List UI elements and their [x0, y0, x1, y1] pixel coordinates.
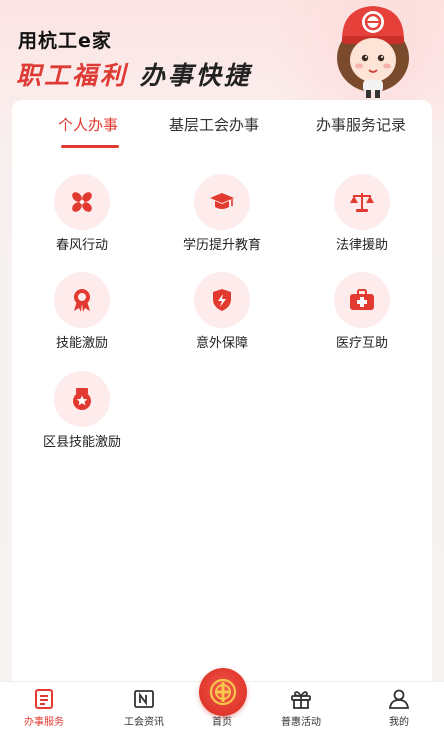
tab-service-records[interactable]: 办事服务记录	[316, 114, 406, 135]
slogan-accent: 职工福利	[16, 61, 129, 90]
gift-icon	[291, 691, 311, 709]
nav-label: 办事服务	[24, 717, 64, 728]
shield-lightning-icon	[194, 272, 250, 328]
service-label: 区县技能激励	[42, 435, 121, 450]
app-title: 用杭工e家	[18, 30, 112, 52]
tab-grassroots[interactable]: 基层工会办事	[169, 114, 259, 135]
fan-icon	[54, 174, 110, 230]
service-label: 技能激励	[55, 336, 108, 351]
service-label: 学历提升教育	[182, 238, 261, 253]
union-emblem-icon	[209, 678, 237, 706]
service-label: 春风行动	[55, 238, 108, 253]
nav-label: 工会资讯	[124, 717, 164, 728]
slogan-rest: 办事快捷	[139, 61, 252, 90]
service-label: 法律援助	[335, 238, 388, 253]
nav-activities[interactable]: 普惠活动	[257, 682, 345, 731]
document-list-icon	[35, 689, 53, 709]
service-label: 意外保障	[195, 336, 248, 351]
medical-kit-icon	[334, 272, 390, 328]
service-card: 个人办事 基层工会办事 办事服务记录 春风行动 学历提升教育 法律援助 技能激励…	[12, 100, 432, 690]
medal-star-icon	[54, 371, 110, 427]
nav-news[interactable]: 工会资讯	[100, 682, 188, 731]
tab-bar: 个人办事 基层工会办事 办事服务记录	[12, 100, 432, 152]
award-ribbon-icon	[54, 272, 110, 328]
service-medical-mutual[interactable]: 医疗互助	[292, 272, 432, 362]
service-education[interactable]: 学历提升教育	[152, 174, 292, 264]
slogan: 职工福利 办事快捷	[16, 56, 252, 92]
service-chunfeng[interactable]: 春风行动	[12, 174, 152, 264]
service-label: 医疗互助	[335, 336, 388, 351]
graduation-cap-icon	[194, 174, 250, 230]
service-accident-insurance[interactable]: 意外保障	[152, 272, 292, 362]
tab-personal[interactable]: 个人办事	[58, 114, 118, 135]
scales-icon	[334, 174, 390, 230]
nav-services[interactable]: 办事服务	[0, 682, 88, 731]
service-district-skill-incentive[interactable]: 区县技能激励	[12, 371, 152, 461]
user-icon	[388, 689, 410, 709]
mascot-illustration	[337, 6, 409, 98]
nav-label: 普惠活动	[281, 717, 321, 728]
home-button[interactable]	[199, 668, 247, 716]
news-icon	[134, 690, 154, 708]
service-legal-aid[interactable]: 法律援助	[292, 174, 432, 264]
tab-indicator	[61, 145, 119, 148]
service-skill-incentive[interactable]: 技能激励	[12, 272, 152, 362]
app-screen: 用杭工e家 职工福利 办事快捷 个人办事 基层工会办事 办事服务记录 春风行动 …	[0, 0, 444, 731]
nav-label: 我的	[389, 717, 409, 728]
nav-profile[interactable]: 我的	[355, 682, 443, 731]
